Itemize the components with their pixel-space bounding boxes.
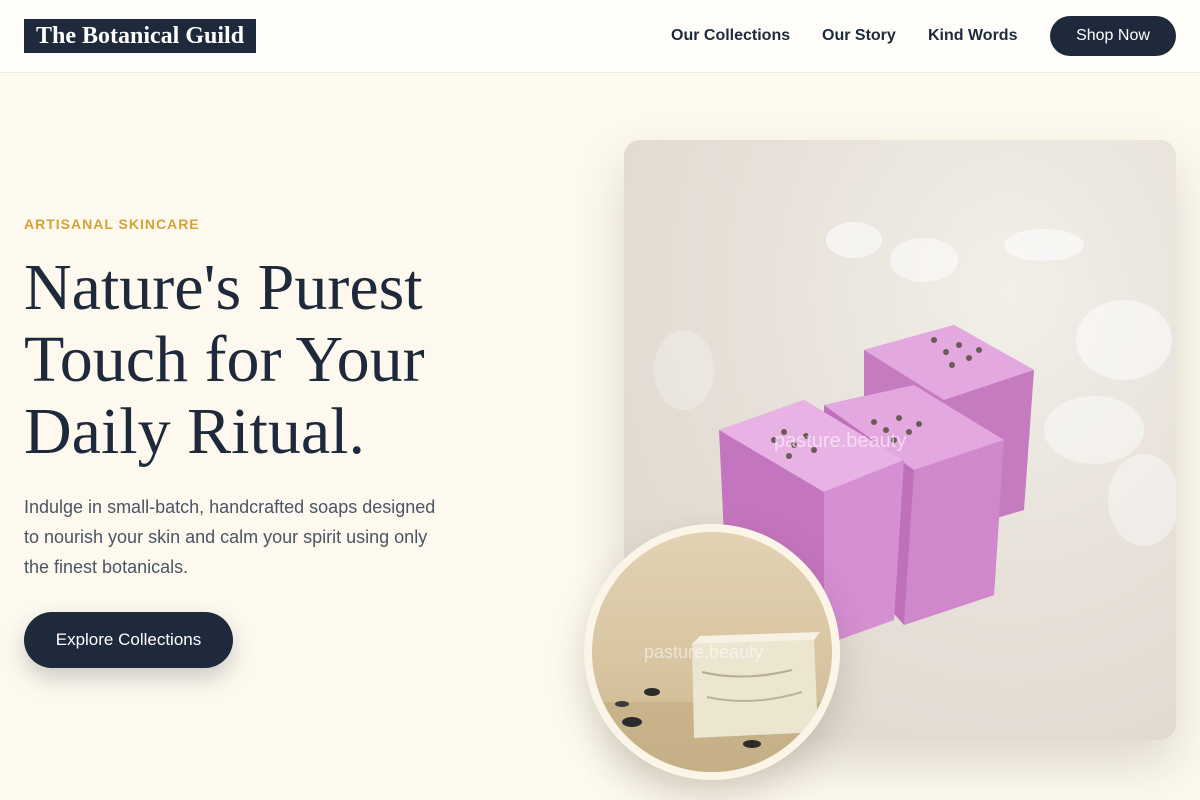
explore-collections-button[interactable]: Explore Collections bbox=[24, 612, 233, 668]
description-line: to nourish your skin and calm your spiri… bbox=[24, 527, 428, 547]
inset-image-frame: pasture.beauty bbox=[584, 524, 840, 780]
headline-line: Touch for Your bbox=[24, 323, 425, 396]
brand-logo[interactable]: The Botanical Guild bbox=[24, 19, 257, 53]
hero-headline: Nature's Purest Touch for Your Daily Rit… bbox=[24, 252, 544, 468]
image-watermark: pasture.beauty bbox=[774, 430, 907, 452]
shop-now-button[interactable]: Shop Now bbox=[1050, 16, 1176, 56]
nav-link-collections[interactable]: Our Collections bbox=[671, 25, 790, 47]
headline-line: Daily Ritual. bbox=[24, 395, 365, 468]
image-watermark: pasture.beauty bbox=[644, 642, 764, 662]
nav-link-kind-words[interactable]: Kind Words bbox=[928, 25, 1017, 47]
hero-eyebrow: ARTISANAL SKINCARE bbox=[24, 216, 200, 232]
inset-soap-image: pasture.beauty bbox=[592, 532, 832, 772]
site-header: The Botanical Guild Our Collections Our … bbox=[0, 0, 1200, 73]
hero-description: Indulge in small-batch, handcrafted soap… bbox=[24, 492, 484, 582]
headline-line: Nature's Purest bbox=[24, 251, 423, 324]
description-line: the finest botanicals. bbox=[24, 557, 189, 577]
nav-link-our-story[interactable]: Our Story bbox=[822, 25, 896, 47]
description-line: Indulge in small-batch, handcrafted soap… bbox=[24, 497, 436, 517]
